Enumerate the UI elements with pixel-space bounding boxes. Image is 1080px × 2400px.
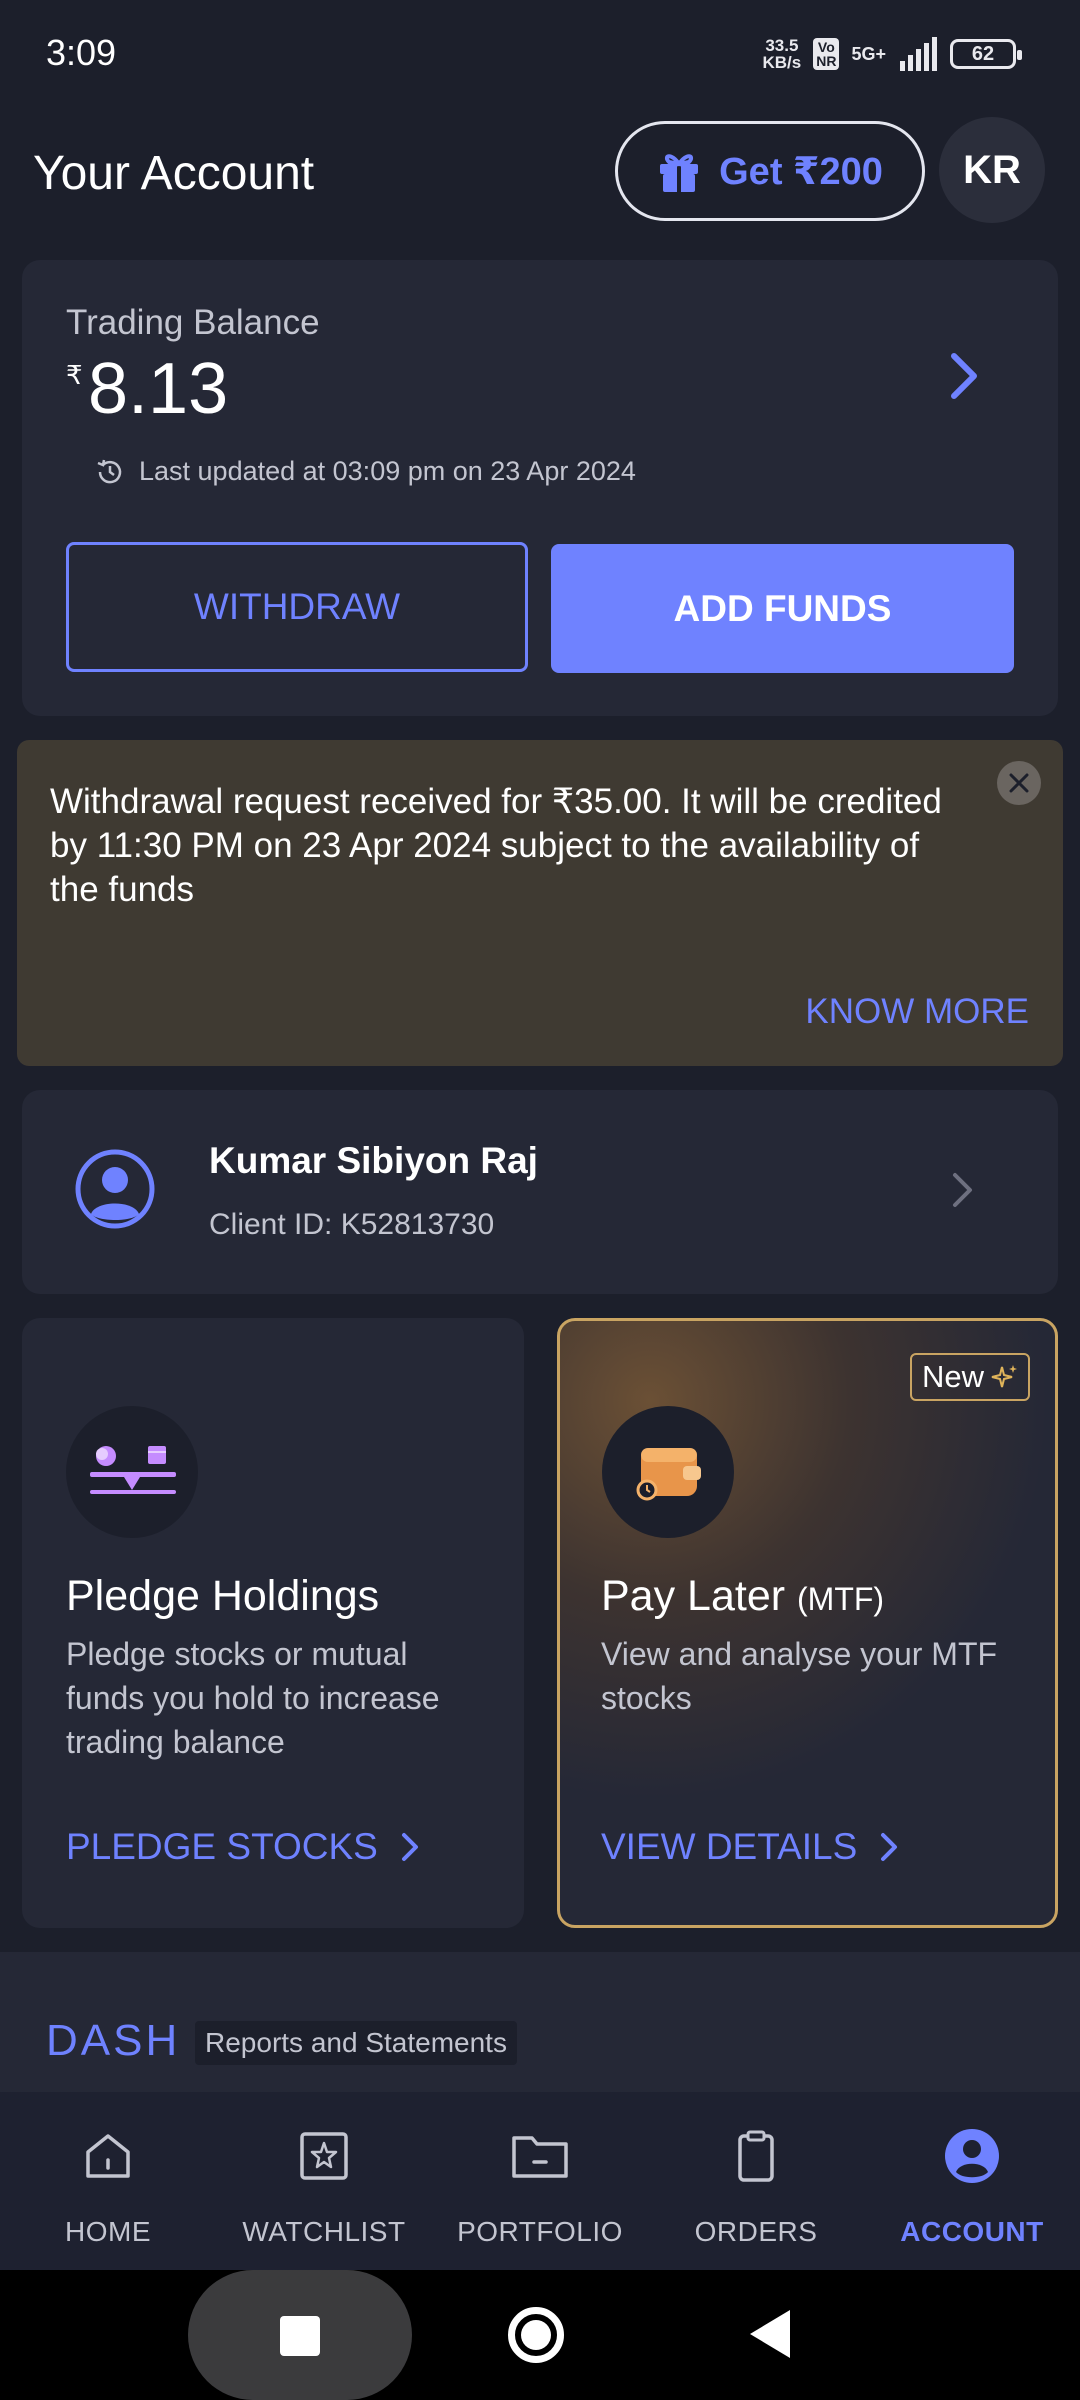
battery-level: 62 <box>971 42 995 65</box>
user-icon <box>75 1149 155 1229</box>
home-icon <box>86 2134 130 2178</box>
wallet-icon <box>636 1448 701 1501</box>
notice-text: Withdrawal request received for ₹35.00. … <box>50 782 942 909</box>
network-indicator: 5G+ <box>851 45 886 63</box>
view-details-label: VIEW DETAILS <box>601 1826 858 1867</box>
avatar[interactable]: KR <box>939 117 1045 223</box>
refer-earn-button[interactable]: Get ₹200 <box>615 121 925 221</box>
pledge-stocks-link[interactable]: PLEDGE STOCKS <box>66 1826 420 1868</box>
back-button[interactable] <box>750 2310 790 2358</box>
close-icon[interactable] <box>997 761 1041 805</box>
pledge-stocks-label: PLEDGE STOCKS <box>66 1826 378 1867</box>
portfolio-icon <box>512 2136 568 2178</box>
reports-tag[interactable]: Reports and Statements <box>195 2021 517 2065</box>
currency-symbol: ₹ <box>66 360 83 390</box>
nav-watchlist[interactable]: WATCHLIST <box>216 2092 432 2270</box>
client-id: Client ID: K52813730 <box>209 1208 495 1241</box>
pay-later-title-text: Pay Later <box>601 1572 786 1620</box>
chevron-right-icon[interactable] <box>950 1170 976 1210</box>
pay-later-title-suffix: (MTF) <box>797 1581 885 1617</box>
recents-icon <box>280 2316 320 2356</box>
new-badge: New <box>910 1353 1031 1401</box>
new-badge-label: New <box>922 1359 985 1394</box>
gift-icon <box>660 154 699 192</box>
network-speed-unit: KB/s <box>762 53 802 72</box>
balance-label: Trading Balance <box>66 303 320 342</box>
watchlist-icon <box>300 2132 348 2180</box>
history-icon <box>97 459 122 483</box>
nav-orders-label: ORDERS <box>694 2216 818 2247</box>
account-icon <box>945 2129 999 2183</box>
chevron-right-icon[interactable] <box>940 346 988 406</box>
profile-card[interactable] <box>22 1090 1058 1294</box>
add-funds-button[interactable]: ADD FUNDS <box>551 544 1014 673</box>
pay-later-icon-container <box>602 1406 734 1538</box>
nav-watchlist-label: WATCHLIST <box>242 2216 406 2247</box>
dash-logo[interactable]: DASH <box>46 2016 180 2066</box>
network-type: 5G+ <box>851 44 886 64</box>
pay-later-description: View and analyse your MTF stocks <box>601 1636 998 1716</box>
volte-icon: Vo NR <box>813 38 840 70</box>
nav-home-label: HOME <box>65 2216 151 2247</box>
page-title: Your Account <box>33 147 315 200</box>
nav-portfolio-label: PORTFOLIO <box>457 2216 623 2247</box>
pledge-description: Pledge stocks or mutual funds you hold t… <box>66 1636 440 1760</box>
pledge-title: Pledge Holdings <box>66 1572 380 1620</box>
chevron-right-icon <box>881 1833 898 1861</box>
signal-icon <box>900 37 937 71</box>
nav-portfolio[interactable]: PORTFOLIO <box>432 2092 648 2270</box>
nav-account[interactable]: ACCOUNT <box>864 2092 1080 2270</box>
chevron-right-icon <box>401 1833 418 1861</box>
scale-icon <box>90 1446 176 1494</box>
volte-bottom: NR <box>816 53 837 69</box>
last-updated-text: Last updated at 03:09 pm on 23 Apr 2024 <box>139 456 636 486</box>
battery-icon: 62 <box>950 39 1022 69</box>
volte-top: Vo <box>817 39 835 55</box>
nav-account-label: ACCOUNT <box>900 2216 1044 2247</box>
sparkle-icon <box>991 1365 1018 1388</box>
nav-orders[interactable]: ORDERS <box>648 2092 864 2270</box>
network-speed-value: 33.5 <box>765 36 799 55</box>
profile-name: Kumar Sibiyon Raj <box>209 1140 538 1181</box>
status-time: 3:09 <box>46 32 117 73</box>
status-indicators: 33.5 KB/s Vo NR 5G+ 62 <box>763 34 1022 74</box>
pay-later-title: Pay Later (MTF) <box>601 1572 884 1621</box>
view-details-link[interactable]: VIEW DETAILS <box>601 1826 899 1868</box>
nav-home[interactable]: HOME <box>0 2092 216 2270</box>
home-button[interactable] <box>508 2307 564 2363</box>
last-updated: Last updated at 03:09 pm on 23 Apr 2024 <box>95 456 636 487</box>
close-glyph <box>1009 773 1029 793</box>
orders-icon <box>738 2130 774 2182</box>
pledge-icon-container <box>66 1406 198 1538</box>
network-speed: 33.5 KB/s <box>763 37 802 71</box>
withdraw-button[interactable]: WITHDRAW <box>66 542 528 672</box>
refer-earn-label: Get ₹200 <box>719 150 883 193</box>
know-more-link[interactable]: KNOW MORE <box>805 992 1029 1032</box>
bottom-navigation: HOME WATCHLIST PORTFOLIO ORDERS ACCOUNT <box>0 2092 1080 2270</box>
balance-value: 8.13 <box>88 349 229 429</box>
